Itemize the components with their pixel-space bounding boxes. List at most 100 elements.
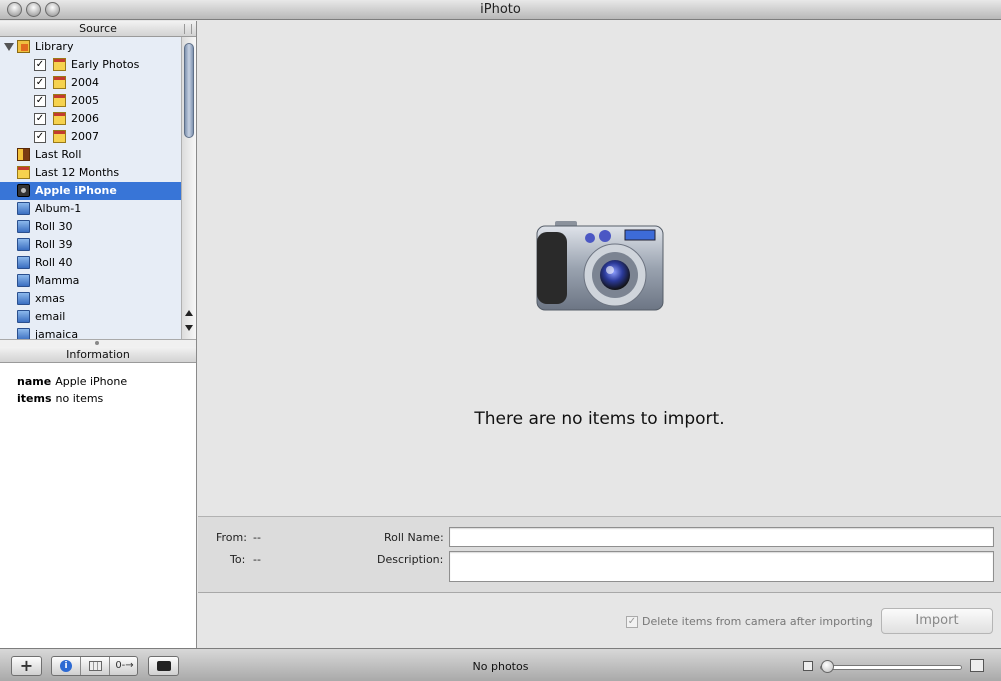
info-value: Apple iPhone [55, 375, 128, 388]
source-item-label: 2007 [71, 130, 99, 143]
source-item-early-photos[interactable]: ✓ Early Photos [0, 56, 181, 74]
window-title: iPhoto [480, 2, 521, 17]
calendar-icon [53, 58, 66, 71]
source-item-label: Last Roll [35, 148, 82, 161]
album-icon [17, 202, 30, 215]
scrollbar-thumb[interactable] [184, 43, 194, 138]
source-item-xmas[interactable]: xmas [0, 290, 181, 308]
source-item-2007[interactable]: ✓ 2007 [0, 128, 181, 146]
source-item-label: jamaica [35, 328, 79, 339]
library-icon [17, 40, 30, 53]
thumbnail-size-slider[interactable] [820, 665, 962, 670]
source-item-label: email [35, 310, 66, 323]
album-icon [17, 328, 30, 339]
delete-after-import-checkbox[interactable]: ✓ [626, 616, 638, 628]
calendar-icon [17, 166, 30, 179]
small-thumbnail-icon[interactable] [803, 661, 813, 671]
delete-after-import-label: Delete items from camera after importing [642, 615, 873, 628]
info-row-name: name Apple iPhone [17, 373, 196, 390]
source-item-label: 2004 [71, 76, 99, 89]
to-label: To: [230, 553, 246, 566]
source-item-label: Apple iPhone [35, 184, 117, 197]
album-icon [17, 220, 30, 233]
column-resize-grip[interactable] [184, 24, 192, 34]
source-item-jamaica[interactable]: jamaica [0, 326, 181, 339]
import-button[interactable]: Import [881, 608, 993, 634]
calendar-icon [53, 76, 66, 89]
info-row-items: items no items [17, 390, 196, 407]
roll-name-input[interactable] [449, 527, 994, 547]
source-item-label: Roll 39 [35, 238, 73, 251]
slider-knob[interactable] [821, 660, 834, 673]
source-scrollbar[interactable] [181, 37, 196, 339]
source-item-roll-30[interactable]: Roll 30 [0, 218, 181, 236]
source-item-roll-40[interactable]: Roll 40 [0, 254, 181, 272]
album-icon [17, 292, 30, 305]
album-icon [17, 238, 30, 251]
bottom-toolbar: + i 0-→ No photos [0, 648, 1001, 681]
info-key: name [17, 375, 52, 388]
source-list: Library ✓ Early Photos ✓ 2004 ✓ 2005 ✓ 2… [0, 37, 181, 339]
source-item-album-1[interactable]: Album-1 [0, 200, 181, 218]
source-header-label: Source [79, 22, 117, 35]
source-item-library[interactable]: Library [0, 38, 181, 56]
pane-splitter[interactable] [0, 339, 196, 347]
source-item-roll-39[interactable]: Roll 39 [0, 236, 181, 254]
source-item-2005[interactable]: ✓ 2005 [0, 92, 181, 110]
info-key: items [17, 392, 52, 405]
scroll-up-arrow-icon[interactable] [185, 310, 193, 316]
splitter-grip-icon [95, 341, 99, 345]
source-header: Source [0, 21, 196, 37]
title-bar: iPhoto [0, 0, 1001, 20]
left-panel: Source Library ✓ Early Photos ✓ 2004 ✓ 2… [0, 21, 197, 648]
checkbox[interactable]: ✓ [34, 77, 46, 89]
info-value: no items [55, 392, 104, 405]
description-field[interactable] [449, 551, 994, 582]
source-item-last-roll[interactable]: Last Roll [0, 146, 181, 164]
camera-icon [17, 184, 30, 197]
information-header-label: Information [66, 348, 130, 361]
large-thumbnail-icon[interactable] [970, 659, 984, 672]
camera-icon [536, 221, 664, 311]
album-icon [17, 310, 30, 323]
source-item-label: Library [35, 40, 74, 53]
source-item-mamma[interactable]: Mamma [0, 272, 181, 290]
source-item-label: 2006 [71, 112, 99, 125]
from-value: -- [253, 531, 261, 544]
source-item-label: 2005 [71, 94, 99, 107]
source-item-2004[interactable]: ✓ 2004 [0, 74, 181, 92]
album-icon [17, 256, 30, 269]
source-item-label: Album-1 [35, 202, 82, 215]
no-items-message: There are no items to import. [474, 409, 725, 429]
source-item-label: Roll 40 [35, 256, 73, 269]
import-actions: ✓ Delete items from camera after importi… [198, 594, 1001, 648]
calendar-icon [53, 112, 66, 125]
import-form: From: -- To: -- Roll Name: Description: [198, 516, 1001, 593]
to-value: -- [253, 553, 261, 566]
import-view: There are no items to import. [198, 21, 1001, 516]
source-item-label: xmas [35, 292, 65, 305]
source-item-apple-iphone[interactable]: Apple iPhone [0, 182, 181, 200]
description-label: Description: [377, 553, 444, 566]
checkbox[interactable]: ✓ [34, 131, 46, 143]
source-item-2006[interactable]: ✓ 2006 [0, 110, 181, 128]
album-icon [17, 274, 30, 287]
source-item-email[interactable]: email [0, 308, 181, 326]
calendar-icon [53, 94, 66, 107]
checkbox[interactable]: ✓ [34, 59, 46, 71]
source-item-label: Roll 30 [35, 220, 73, 233]
from-label: From: [216, 531, 247, 544]
checkbox[interactable]: ✓ [34, 113, 46, 125]
film-roll-icon [17, 148, 30, 161]
checkbox[interactable]: ✓ [34, 95, 46, 107]
source-item-last-12-months[interactable]: Last 12 Months [0, 164, 181, 182]
scroll-down-arrow-icon[interactable] [185, 325, 193, 331]
information-header: Information [0, 347, 196, 363]
calendar-icon [53, 130, 66, 143]
source-item-label: Mamma [35, 274, 80, 287]
information-panel: name Apple iPhone items no items [0, 365, 196, 407]
disclosure-triangle-icon[interactable] [4, 43, 14, 51]
source-item-label: Early Photos [71, 58, 140, 71]
roll-name-label: Roll Name: [384, 531, 444, 544]
source-item-label: Last 12 Months [35, 166, 120, 179]
